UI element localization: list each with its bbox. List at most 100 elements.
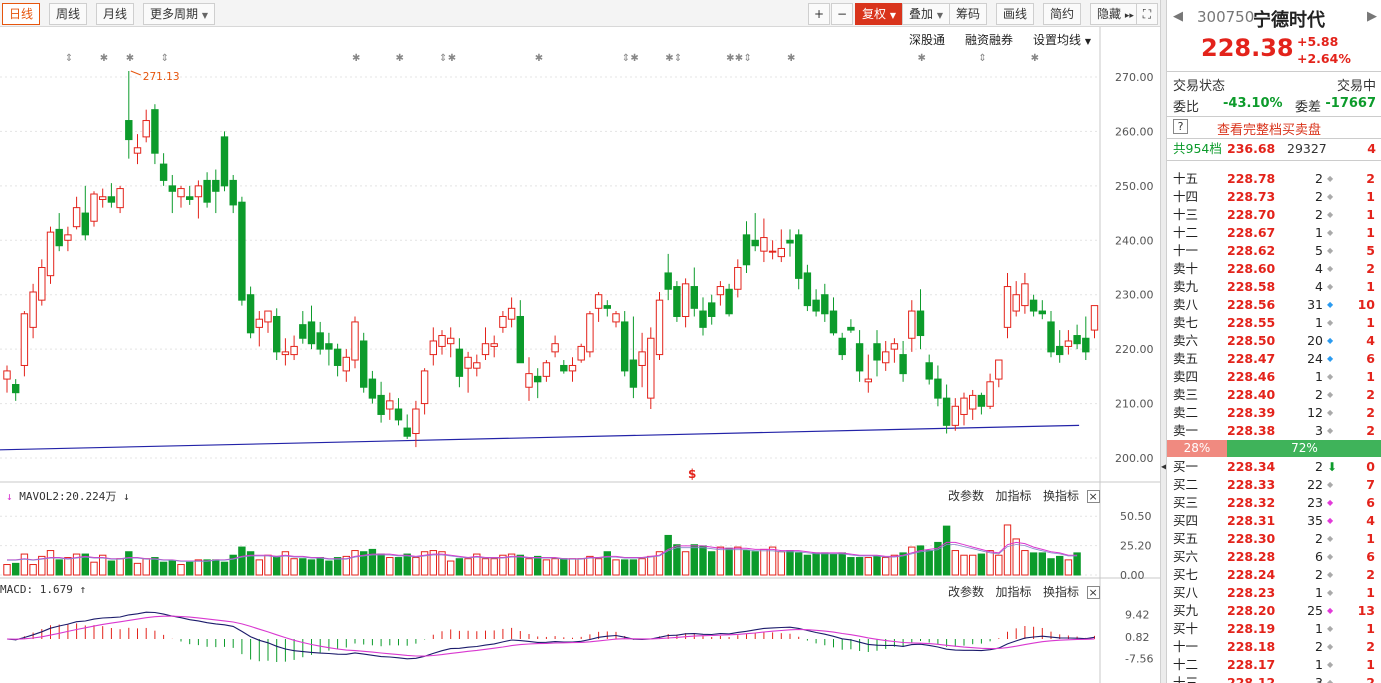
fullscreen-icon[interactable]: ⛶ — [1136, 3, 1158, 25]
candle-body — [673, 286, 681, 317]
bid-row[interactable]: 十二 228.17 1 ◆ 1 — [1167, 656, 1381, 674]
total-levels-price: 236.68 — [1227, 141, 1276, 156]
bid-row[interactable]: 买二 228.33 22 ◆ 7 — [1167, 476, 1381, 494]
candle-body — [690, 286, 698, 309]
full-book-link[interactable]: 查看完整档买卖盘 — [1217, 119, 1321, 138]
candle — [821, 283, 829, 322]
volume-bar — [751, 551, 759, 576]
ask-price: 228.73 — [1227, 189, 1276, 204]
close-icon[interactable]: × — [1086, 586, 1100, 599]
ask-row[interactable]: 十四 228.73 2 ◆ 1 — [1167, 188, 1381, 206]
next-stock-icon[interactable]: ▶ — [1367, 9, 1377, 24]
vol-add-indicator-button[interactable]: 加指标 — [995, 489, 1031, 503]
candle — [586, 311, 594, 358]
hide-panel-button[interactable]: 隐藏 ▸▸ — [1090, 3, 1141, 25]
candle — [864, 354, 872, 393]
macd-params-button[interactable]: 改参数 — [948, 585, 984, 599]
bid-row[interactable]: 买六 228.28 6 ◆ 6 — [1167, 548, 1381, 566]
chips-button[interactable]: 筹码 — [949, 3, 988, 25]
bid-row[interactable]: 买十 228.19 1 ◆ 1 — [1167, 620, 1381, 638]
volume-bar — [116, 558, 124, 576]
bid-row[interactable]: 十三 228.12 3 ◆ 2 — [1167, 674, 1381, 683]
volume-bar — [142, 558, 150, 576]
candle — [238, 196, 246, 306]
overlay-dropdown[interactable]: 叠加 ▼ — [902, 3, 950, 25]
ask-row[interactable]: 卖二 228.39 12 ◆ 2 — [1167, 404, 1381, 422]
zoom-in-button[interactable]: + — [808, 3, 830, 25]
ask-row[interactable]: 卖六 228.50 20 ◆ 4 — [1167, 332, 1381, 350]
volume-bar — [290, 558, 298, 576]
bid-row[interactable]: 买三 228.32 23 ◆ 6 — [1167, 494, 1381, 512]
candle — [351, 316, 359, 369]
bid-row[interactable]: 买五 228.30 2 ◆ 1 — [1167, 530, 1381, 548]
bid-row[interactable]: 十一 228.18 2 ◆ 2 — [1167, 638, 1381, 656]
ask-row[interactable]: 卖九 228.58 4 ◆ 1 — [1167, 278, 1381, 296]
candle-body — [586, 313, 594, 353]
prev-stock-icon[interactable]: ◀ — [1173, 9, 1183, 24]
candle — [838, 332, 846, 361]
bid-row[interactable]: 买一 228.34 2 ⬇ 0 — [1167, 458, 1381, 476]
candle — [81, 185, 89, 241]
ask-row[interactable]: 卖十 228.60 4 ◆ 2 — [1167, 260, 1381, 278]
candle-body — [925, 362, 933, 380]
bid-price: 228.31 — [1227, 513, 1276, 528]
divider — [1167, 160, 1381, 161]
period-month-button[interactable]: 月线 — [96, 3, 135, 25]
candle — [12, 379, 20, 401]
candle — [681, 278, 690, 328]
weibi-value: -43.10% — [1223, 96, 1283, 111]
draw-line-button[interactable]: 画线 — [996, 3, 1035, 25]
volume-bar — [1021, 550, 1029, 576]
bid-volume: 2 — [1315, 639, 1323, 654]
volume-bar — [386, 557, 394, 576]
volume-bar — [951, 550, 959, 576]
fuquan-dropdown[interactable]: 复权 ▼ — [855, 3, 903, 25]
volume-bar — [681, 551, 690, 576]
ask-row[interactable]: 卖一 228.38 3 ◆ 2 — [1167, 422, 1381, 440]
candle-body — [969, 394, 977, 410]
event-marker: $ — [688, 467, 696, 481]
ask-row[interactable]: 十二 228.67 1 ◆ 1 — [1167, 224, 1381, 242]
close-icon[interactable]: × — [1086, 490, 1100, 503]
period-day-button[interactable]: 日线 — [2, 3, 41, 25]
ask-row[interactable]: 十五 228.78 2 ◆ 2 — [1167, 170, 1381, 188]
bid-level-label: 买十 — [1173, 621, 1199, 636]
ask-row[interactable]: 卖五 228.47 24 ◆ 6 — [1167, 350, 1381, 368]
help-icon[interactable]: ? — [1173, 119, 1188, 134]
simple-mode-button[interactable]: 简约 — [1043, 3, 1082, 25]
volume-bar — [847, 557, 855, 576]
zoom-out-button[interactable]: − — [831, 3, 853, 25]
volume-bar — [594, 558, 603, 576]
vol-params-button[interactable]: 改参数 — [948, 489, 984, 503]
stock-chart-app: 日线 周线 月线 更多周期 ▼ + − 复权 ▼ 叠加 ▼ 筹码 画线 简约 隐… — [0, 0, 1381, 683]
candle-body — [551, 343, 559, 353]
bid-level-label: 买五 — [1173, 531, 1199, 546]
ask-price: 228.70 — [1227, 207, 1276, 222]
bid-level-label: 买一 — [1173, 459, 1199, 474]
ask-row[interactable]: 十三 228.70 2 ◆ 1 — [1167, 206, 1381, 224]
ask-row[interactable]: 卖四 228.46 1 ◆ 1 — [1167, 368, 1381, 386]
stock-header: ◀ 300750 宁德时代 ▶ — [1167, 6, 1381, 31]
vol-switch-indicator-button[interactable]: 换指标 — [1043, 489, 1079, 503]
ask-row[interactable]: 十一 228.62 5 ◆ 5 — [1167, 242, 1381, 260]
volume-bar — [203, 559, 211, 576]
trade-status-label: 交易状态 — [1173, 79, 1226, 94]
candle — [629, 316, 638, 399]
macd-add-indicator-button[interactable]: 加指标 — [995, 585, 1031, 599]
ask-row[interactable]: 卖八 228.56 31 ◆ 10 — [1167, 296, 1381, 314]
bid-row[interactable]: 买九 228.20 25 ◆ 13 — [1167, 602, 1381, 620]
vol-tick-label: 50.50 — [1120, 510, 1152, 523]
candle-body — [46, 231, 55, 277]
bid-row[interactable]: 买七 228.24 2 ◆ 2 — [1167, 566, 1381, 584]
weibi-label: 委比 — [1173, 100, 1200, 115]
bid-row[interactable]: 买四 228.31 35 ◆ 4 — [1167, 512, 1381, 530]
more-periods-dropdown[interactable]: 更多周期 ▼ — [143, 3, 215, 25]
bid-row[interactable]: 买八 228.23 1 ◆ 1 — [1167, 584, 1381, 602]
volume-bar — [534, 555, 542, 576]
bid-price: 228.18 — [1227, 639, 1276, 654]
ask-row[interactable]: 卖三 228.40 2 ◆ 2 — [1167, 386, 1381, 404]
period-week-button[interactable]: 周线 — [49, 3, 88, 25]
ask-row[interactable]: 卖七 228.55 1 ◆ 1 — [1167, 314, 1381, 332]
volume-bar — [273, 555, 281, 576]
macd-switch-indicator-button[interactable]: 换指标 — [1043, 585, 1079, 599]
